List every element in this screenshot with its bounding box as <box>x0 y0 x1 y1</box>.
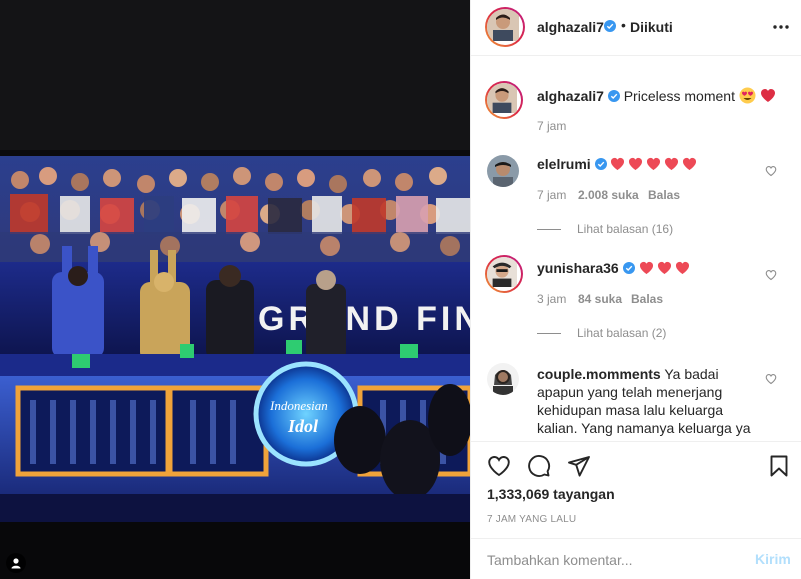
verified-badge-icon <box>607 90 620 102</box>
commenter-avatar[interactable] <box>487 363 519 395</box>
red-heart-emoji-icon <box>639 261 653 275</box>
reply-button[interactable]: Balas <box>631 292 663 306</box>
commenter-avatar[interactable] <box>485 255 523 293</box>
post-actions: 1,333,069 tayangan 7 JAM YANG LALU <box>471 441 801 537</box>
comment-username[interactable]: elelrumi <box>537 156 591 172</box>
post-timestamp[interactable]: 7 JAM YANG LALU <box>487 514 576 525</box>
comment-time[interactable]: 3 jam <box>537 292 566 306</box>
video-frame: GRAND FINAL <box>0 0 470 579</box>
heart-outline-icon[interactable] <box>487 454 511 478</box>
comment-likes[interactable]: 84 suka <box>578 292 622 306</box>
comment-like-icon[interactable] <box>765 373 777 385</box>
comment-hearts <box>610 156 700 172</box>
red-heart-emoji-icon <box>665 157 679 171</box>
comment-likes[interactable]: 2.008 suka <box>578 188 639 202</box>
comment-like-icon[interactable] <box>765 165 777 177</box>
view-replies-button[interactable]: Lihat balasan (2) <box>537 326 666 340</box>
caption-time[interactable]: 7 jam <box>537 119 566 133</box>
commenter-avatar[interactable] <box>487 155 519 187</box>
post-panel: alghazali7 • Diikuti alghazali7 Priceles… <box>470 0 801 579</box>
post-header: alghazali7 • Diikuti <box>471 0 801 56</box>
comment-input[interactable] <box>487 551 737 569</box>
tagged-user-icon[interactable] <box>6 553 26 573</box>
tv-screen: GRAND FINAL <box>0 156 470 522</box>
header-separator: • <box>621 17 626 33</box>
comment-text-line: kalian. Yang namanya keluarga ya <box>537 420 751 436</box>
ellipsis-icon[interactable] <box>771 17 791 37</box>
view-replies-label: Lihat balasan (16) <box>577 222 674 236</box>
red-heart-emoji-icon <box>675 261 689 275</box>
post-comment-button[interactable]: Kirim <box>755 551 791 567</box>
red-heart-emoji-icon <box>647 157 661 171</box>
logo-line2: Idol <box>287 416 318 436</box>
red-heart-emoji-icon <box>657 261 671 275</box>
view-replies-button[interactable]: Lihat balasan (16) <box>537 222 673 236</box>
red-heart-emoji-icon <box>760 89 775 102</box>
verified-badge-icon <box>594 158 607 170</box>
logo-line1: Indonesian <box>269 398 328 413</box>
heart-eyes-emoji-icon <box>739 87 756 104</box>
comment-username[interactable]: yunishara36 <box>537 260 619 276</box>
comment-hearts <box>639 260 693 276</box>
follow-status-button[interactable]: Diikuti <box>630 19 673 35</box>
banner-text: GRAND FINAL <box>258 300 470 338</box>
comment-text-line: kehidupan masa lalu keluarga <box>537 402 724 418</box>
red-heart-emoji-icon <box>629 157 643 171</box>
comments-list[interactable]: alghazali7 Priceless moment 7 jam elelru… <box>471 57 801 440</box>
caption-text: Priceless moment <box>623 88 735 104</box>
comment-text-line: apapun yang telah menerjang <box>537 384 723 400</box>
view-count[interactable]: 1,333,069 tayangan <box>487 486 615 502</box>
paper-plane-icon[interactable] <box>567 454 591 478</box>
comment-username[interactable]: couple.momments <box>537 366 661 382</box>
comment-like-icon[interactable] <box>765 269 777 281</box>
post-media[interactable]: GRAND FINAL <box>0 0 470 579</box>
header-username[interactable]: alghazali7 <box>537 19 604 35</box>
caption-avatar[interactable] <box>485 81 523 119</box>
avatar[interactable] <box>485 7 525 47</box>
comment-bubble-icon[interactable] <box>527 454 551 478</box>
red-heart-emoji-icon <box>683 157 697 171</box>
view-replies-label: Lihat balasan (2) <box>577 326 667 340</box>
verified-badge-icon <box>622 262 635 274</box>
verified-badge-icon <box>604 20 616 32</box>
reply-button[interactable]: Balas <box>648 188 680 202</box>
comment-text-line: Ya badai <box>664 366 719 382</box>
caption-username[interactable]: alghazali7 <box>537 88 604 104</box>
bookmark-icon[interactable] <box>767 454 791 478</box>
comment-time[interactable]: 7 jam <box>537 188 566 202</box>
add-comment-section: Kirim <box>471 538 801 579</box>
red-heart-emoji-icon <box>611 157 625 171</box>
